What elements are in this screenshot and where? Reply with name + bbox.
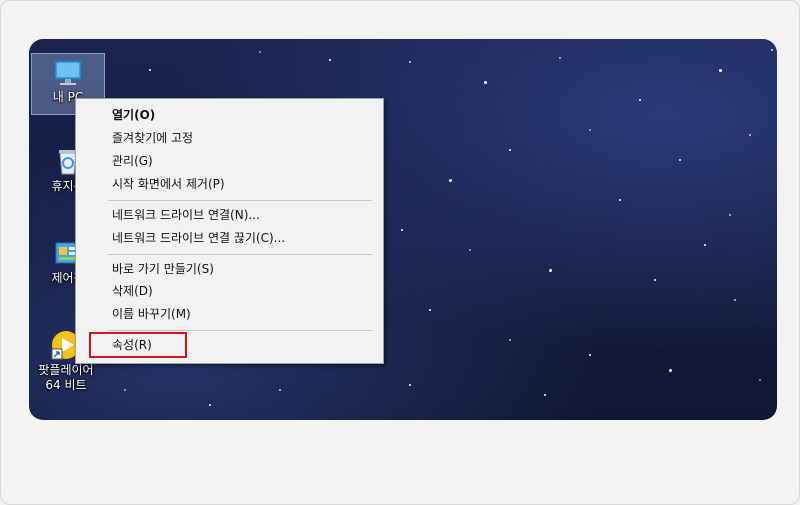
desktop-icon-label-line2: 64 비트 — [45, 378, 87, 392]
menu-item-pin-to-favorites[interactable]: 즐겨찾기에 고정 — [112, 128, 193, 148]
menu-item-open[interactable]: 열기(O) — [112, 105, 155, 125]
menu-separator — [108, 254, 372, 255]
menu-item-map-network-drive[interactable]: 네트워크 드라이브 연결(N)... — [112, 205, 260, 225]
computer-icon — [54, 60, 82, 85]
menu-item-unpin-from-start[interactable]: 시작 화면에서 제거(P) — [112, 174, 225, 194]
menu-separator — [108, 330, 372, 331]
menu-item-delete[interactable]: 삭제(D) — [112, 281, 153, 301]
desktop-icon-label-line1: 팟플레이어 — [38, 363, 94, 377]
menu-item-disconnect-network-drive[interactable]: 네트워크 드라이브 연결 끊기(C)... — [112, 228, 285, 248]
menu-item-manage[interactable]: 관리(G) — [112, 151, 153, 171]
context-menu: 열기(O) 즐겨찾기에 고정 관리(G) 시작 화면에서 제거(P) 네트워크 … — [75, 98, 384, 364]
highlight-annotation-box — [89, 332, 187, 358]
menu-item-create-shortcut[interactable]: 바로 가기 만들기(S) — [112, 259, 214, 279]
screenshot-frame: 내 PC 휴지통 제어판 팟플레이어 64 비트 열기(O) 즐겨찾기에 고정 … — [0, 0, 800, 505]
menu-separator — [108, 200, 372, 201]
menu-item-rename[interactable]: 이름 바꾸기(M) — [112, 304, 191, 324]
